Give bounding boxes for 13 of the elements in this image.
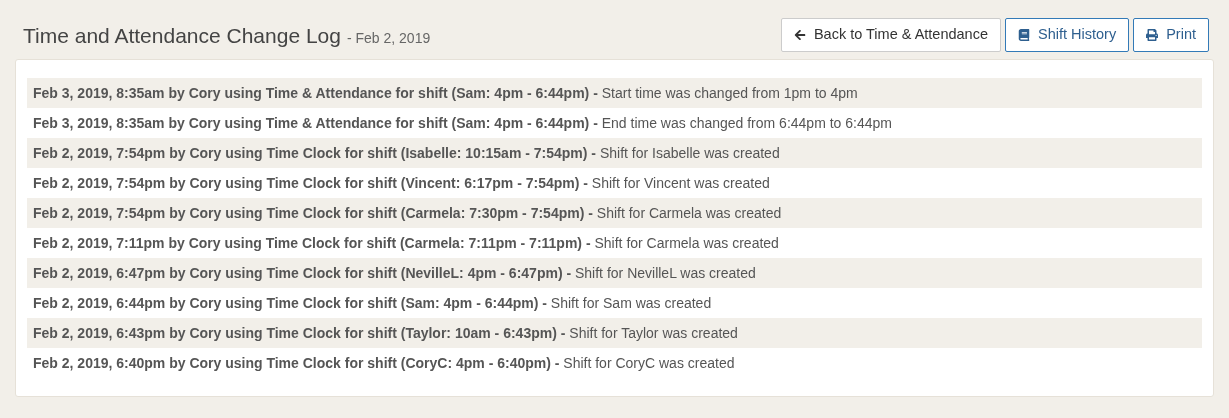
shift-history-button[interactable]: Shift History — [1005, 18, 1130, 52]
book-icon — [1018, 29, 1030, 41]
log-entry: Feb 2, 2019, 7:54pm by Cory using Time Clock for shift (Isabelle: 10:15am - 7:54pm) - Shift for Isabelle was created — [27, 138, 1202, 168]
log-entry: Feb 2, 2019, 6:47pm by Cory using Time Clock for shift (NevilleL: 4pm - 6:47pm) - Shift for NevilleL was created — [27, 258, 1202, 288]
back-button[interactable]: Back to Time & Attendance — [780, 18, 1001, 52]
left-arrow-icon — [793, 29, 806, 41]
page-date: - Feb 2, 2019 — [346, 29, 431, 48]
page-title: Time and Attendance Change Log — [23, 23, 341, 49]
log-entry: Feb 3, 2019, 8:35am by Cory using Time & Attendance for shift (Sam: 4pm - 6:44pm) - Start time was changed from 1pm to 4pm — [27, 78, 1202, 108]
log-entry: Feb 2, 2019, 6:43pm by Cory using Time Clock for shift (Taylor: 10am - 6:43pm) - Shift for Taylor was created — [27, 318, 1202, 348]
print-icon — [1146, 29, 1159, 41]
log-entry: Feb 2, 2019, 7:54pm by Cory using Time Clock for shift (Carmela: 7:30pm - 7:54pm) - Shift for Carmela was created — [27, 198, 1202, 228]
print-button[interactable]: Print — [1133, 18, 1209, 52]
